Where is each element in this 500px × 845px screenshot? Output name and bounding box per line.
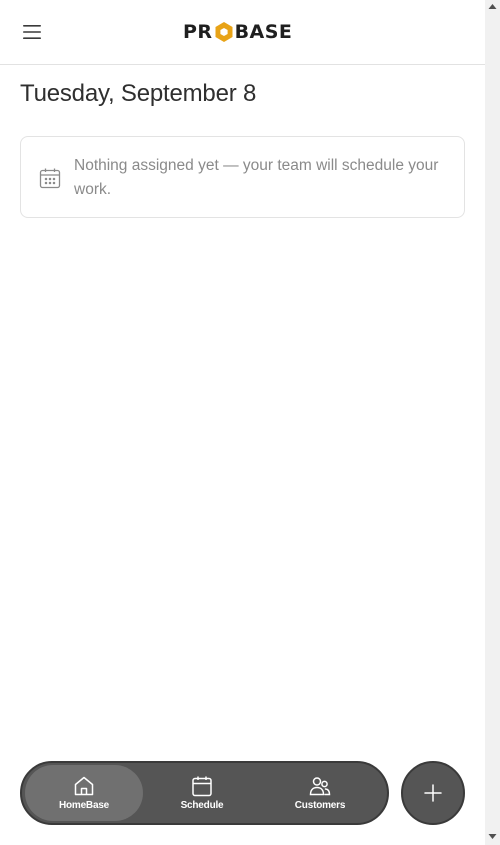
home-icon <box>74 776 94 796</box>
app-viewport: PR BASE Tuesday, September 8 Nothing ass… <box>0 0 485 845</box>
nav-item-schedule[interactable]: Schedule <box>143 765 261 821</box>
empty-schedule-card: Nothing assigned yet — your team will sc… <box>20 136 465 218</box>
logo-hexagon-icon <box>215 22 233 42</box>
add-button[interactable] <box>401 761 465 825</box>
probase-logo[interactable]: PR BASE <box>183 21 292 43</box>
plus-icon <box>424 784 442 802</box>
nav-item-customers[interactable]: Customers <box>261 765 379 821</box>
logo-text-left: PR <box>183 21 213 43</box>
nav-label-customers: Customers <box>294 800 346 811</box>
hamburger-menu-icon <box>23 25 41 39</box>
scroll-down-arrow-icon[interactable] <box>488 832 497 841</box>
menu-button[interactable] <box>14 16 50 48</box>
page-title: Tuesday, September 8 <box>20 80 257 107</box>
empty-state-message: Nothing assigned yet — your team will sc… <box>74 157 439 198</box>
users-icon <box>309 777 331 796</box>
calendar-icon <box>39 168 61 189</box>
bottom-navigation: HomeBase Schedule Customers <box>20 761 389 825</box>
nav-item-homebase[interactable]: HomeBase <box>25 765 143 821</box>
calendar-icon <box>192 776 212 797</box>
nav-label-homebase: HomeBase <box>58 800 110 811</box>
logo-text-right: BASE <box>234 21 293 43</box>
app-header: PR BASE <box>0 0 485 65</box>
vertical-scrollbar[interactable] <box>485 0 500 845</box>
nav-label-schedule: Schedule <box>180 800 224 811</box>
scroll-up-arrow-icon[interactable] <box>488 2 497 11</box>
